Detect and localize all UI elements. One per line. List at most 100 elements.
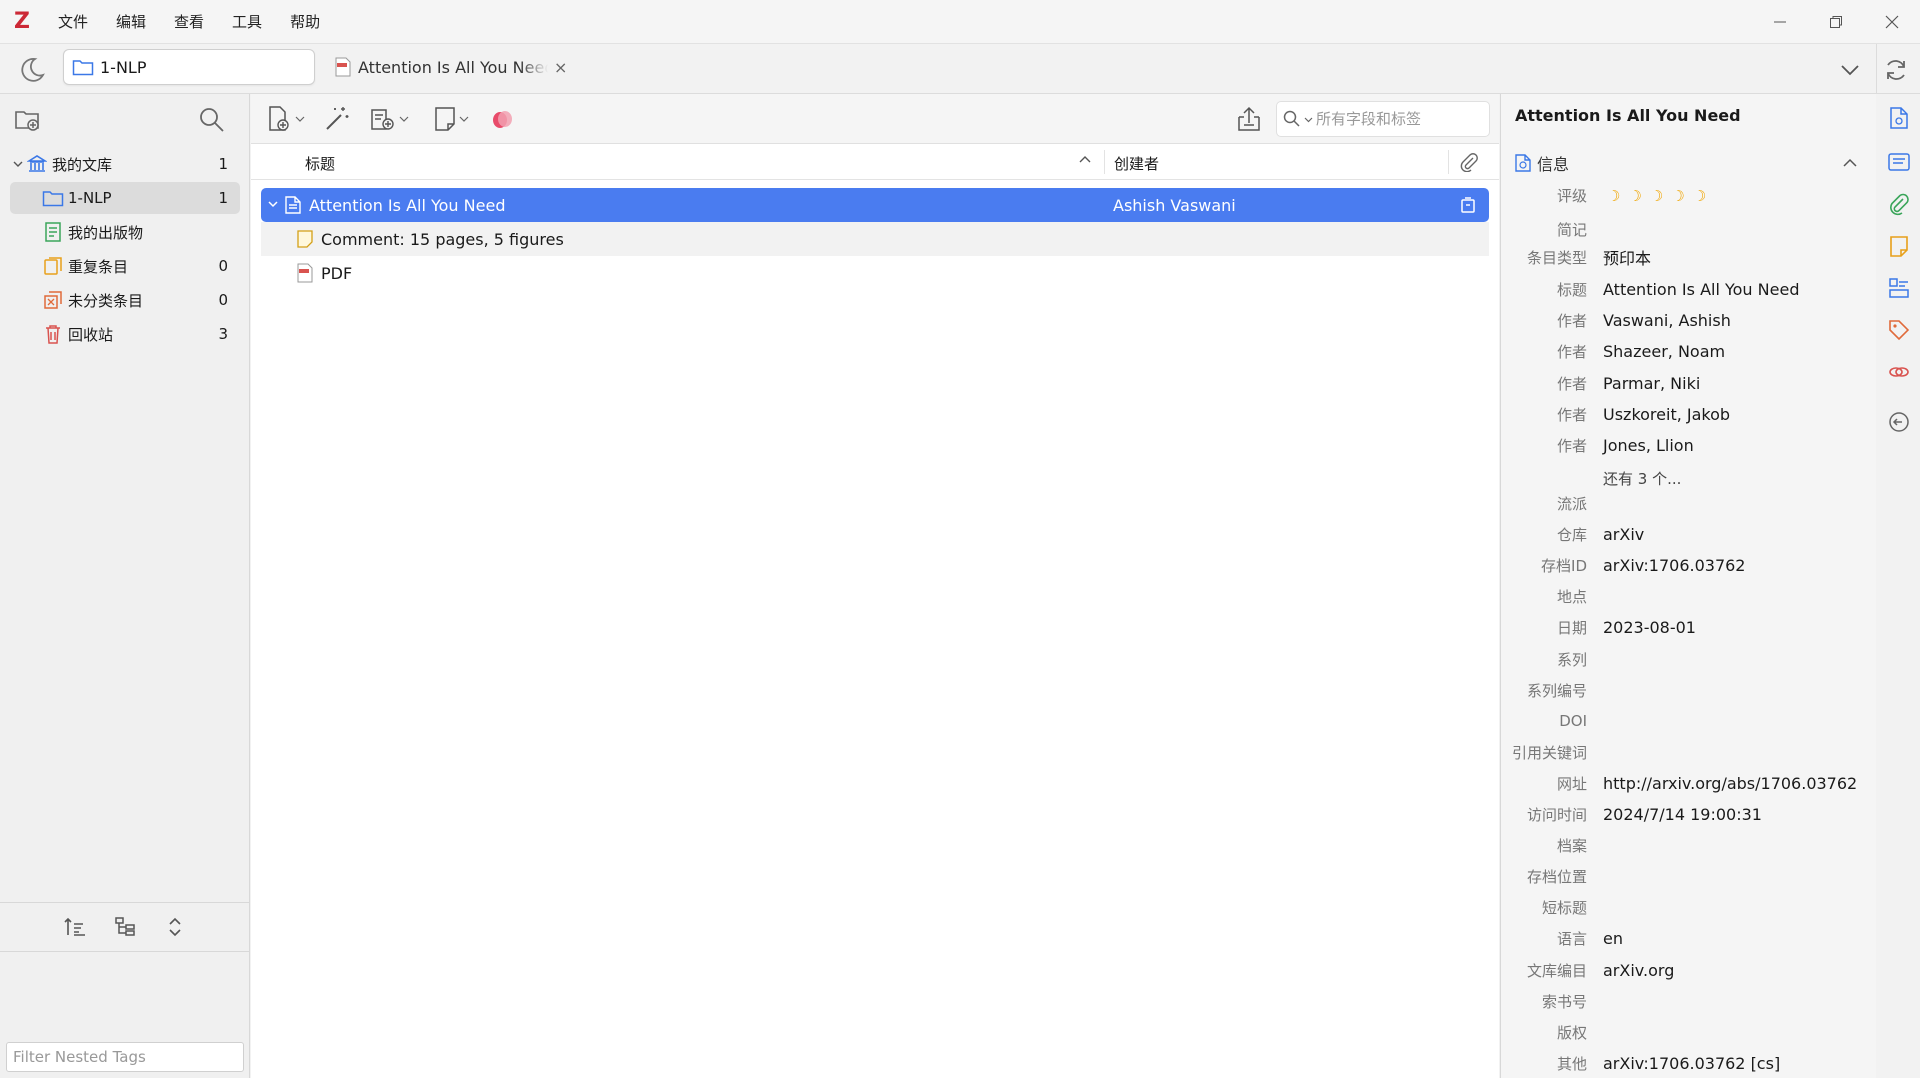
column-divider[interactable]	[1104, 150, 1105, 174]
menu-file[interactable]: 文件	[44, 0, 102, 44]
field-label: 作者	[1556, 311, 1587, 330]
collection-unfiled[interactable]: 未分类条目 0	[10, 284, 240, 316]
info-field-row: 档案	[1501, 832, 1876, 858]
info-field-row: 简记	[1501, 216, 1876, 242]
field-value[interactable]: 2024/7/14 19:00:31	[1591, 805, 1762, 824]
star-icon[interactable]: ☽	[1607, 187, 1620, 205]
menu-edit[interactable]: 编辑	[102, 0, 160, 44]
expand-collapse-icon[interactable]	[163, 915, 187, 939]
attachment-add-icon	[371, 109, 394, 130]
tab-library[interactable]: 1-NLP	[63, 49, 315, 85]
field-value[interactable]: Vaswani, Ashish	[1591, 311, 1731, 330]
column-creator[interactable]: 创建者	[1114, 153, 1159, 174]
plugin-button[interactable]	[489, 105, 515, 133]
search-icon[interactable]	[1283, 110, 1301, 128]
field-value[interactable]: http://arxiv.org/abs/1706.03762	[1591, 774, 1857, 793]
star-icon[interactable]: ☽	[1650, 187, 1663, 205]
field-label: 标题	[1556, 280, 1587, 299]
chevron-down-icon[interactable]	[1304, 115, 1313, 124]
collection-trash[interactable]: 回收站 3	[10, 318, 240, 350]
restore-button[interactable]	[1808, 0, 1864, 44]
tree-icon[interactable]	[113, 915, 137, 939]
field-value[interactable]: Parmar, Niki	[1591, 374, 1700, 393]
table-row[interactable]: Attention Is All You Need Ashish Vaswani	[261, 188, 1489, 222]
collection-my-library[interactable]: 我的文库 1	[10, 148, 240, 180]
search-icon[interactable]	[198, 106, 226, 134]
info-field-row: 标题 Attention Is All You Need	[1501, 276, 1876, 302]
libraries-collections-icon[interactable]	[1887, 276, 1911, 300]
menu-view[interactable]: 查看	[160, 0, 218, 44]
field-value[interactable]: Uszkoreit, Jakob	[1591, 405, 1730, 424]
collection-1-nlp[interactable]: 1-NLP 1	[10, 182, 240, 214]
sync-locate-button[interactable]	[1235, 105, 1263, 133]
chevron-up-icon[interactable]	[1841, 154, 1859, 172]
close-window-button[interactable]	[1864, 0, 1920, 44]
field-value[interactable]: arXiv	[1591, 525, 1644, 544]
tab-close-icon[interactable]: ×	[554, 58, 567, 77]
menu-tools[interactable]: 工具	[218, 0, 276, 44]
field-value[interactable]: en	[1591, 929, 1623, 948]
field-label: 索书号	[1541, 992, 1587, 1011]
chevron-down-icon[interactable]	[263, 198, 283, 212]
minimize-button[interactable]	[1752, 0, 1808, 44]
notes-icon[interactable]	[1887, 234, 1911, 258]
field-value[interactable]: 预印本	[1591, 245, 1651, 269]
field-value[interactable]: Jones, Llion	[1591, 436, 1694, 455]
info-field-row: 系列	[1501, 646, 1876, 672]
table-row[interactable]: PDF	[261, 256, 1489, 290]
more-authors-link[interactable]: 还有 3 个...	[1603, 468, 1681, 489]
note-icon	[435, 107, 455, 131]
field-value[interactable]: 2023-08-01	[1591, 618, 1696, 637]
field-value[interactable]: arXiv:1706.03762 [cs]	[1591, 1054, 1780, 1073]
sort-icon[interactable]	[63, 915, 87, 939]
field-label: 系列编号	[1526, 681, 1587, 700]
related-icon[interactable]	[1887, 360, 1911, 384]
info-section-label: 信息	[1537, 155, 1570, 174]
new-collection-icon[interactable]	[14, 106, 42, 134]
collection-my-publications[interactable]: 我的出版物	[10, 216, 240, 248]
info-icon[interactable]	[1887, 106, 1911, 130]
collections-pane: 我的文库 1 1-NLP 1 我的出版物 重复条目 0 未分类条目 0 回收站 …	[0, 94, 250, 1078]
column-divider[interactable]	[1448, 150, 1449, 174]
item-title: Attention Is All You Need	[309, 195, 506, 215]
field-rating: 评级 ☽ ☽ ☽ ☽ ☽	[1501, 182, 1876, 208]
info-icon	[1515, 154, 1531, 172]
tab-reader[interactable]: Attention Is All You Need ×	[330, 49, 570, 85]
table-row[interactable]: Comment: 15 pages, 5 figures	[261, 222, 1489, 256]
field-value[interactable]: arXiv.org	[1591, 961, 1674, 980]
field-label: 短标题	[1541, 898, 1587, 917]
window-controls	[1752, 0, 1920, 44]
column-header: 标题 创建者	[251, 144, 1499, 180]
field-label: DOI	[1559, 712, 1587, 730]
chevron-down-icon[interactable]	[1838, 58, 1862, 82]
info-field-row: 索书号	[1501, 988, 1876, 1014]
info-section-header[interactable]: 信息	[1513, 150, 1869, 176]
collection-duplicates[interactable]: 重复条目 0	[10, 250, 240, 282]
menu-help[interactable]: 帮助	[276, 0, 334, 44]
field-value[interactable]: arXiv:1706.03762	[1591, 556, 1745, 575]
new-note-button[interactable]	[433, 105, 469, 133]
locate-icon[interactable]	[1887, 410, 1911, 434]
new-item-button[interactable]	[267, 105, 305, 133]
add-attachment-button[interactable]	[369, 105, 409, 133]
rating-stars[interactable]: ☽ ☽ ☽ ☽ ☽	[1591, 186, 1714, 205]
field-value[interactable]: Shazeer, Noam	[1591, 342, 1725, 361]
sync-icon[interactable]	[1882, 56, 1910, 84]
paperclip-icon[interactable]	[1887, 192, 1911, 216]
abstract-icon[interactable]	[1887, 150, 1911, 174]
attachment-pdf-icon[interactable]	[1459, 196, 1477, 214]
paperclip-icon[interactable]	[1459, 152, 1479, 172]
sort-ascending-icon[interactable]	[1077, 152, 1093, 168]
moon-icon[interactable]	[18, 56, 46, 84]
tag-icon[interactable]	[1887, 318, 1911, 342]
field-value[interactable]: Attention Is All You Need	[1591, 280, 1799, 299]
tab-bar: 1-NLP Attention Is All You Need ×	[0, 44, 1920, 94]
column-title[interactable]: 标题	[305, 153, 335, 174]
twisty-icon[interactable]	[10, 159, 26, 169]
star-icon[interactable]: ☽	[1628, 187, 1641, 205]
add-by-identifier-button[interactable]	[323, 105, 351, 133]
star-icon[interactable]: ☽	[1693, 187, 1706, 205]
tag-filter-input[interactable]	[6, 1042, 244, 1072]
search-input[interactable]	[1316, 110, 1486, 128]
star-icon[interactable]: ☽	[1671, 187, 1684, 205]
